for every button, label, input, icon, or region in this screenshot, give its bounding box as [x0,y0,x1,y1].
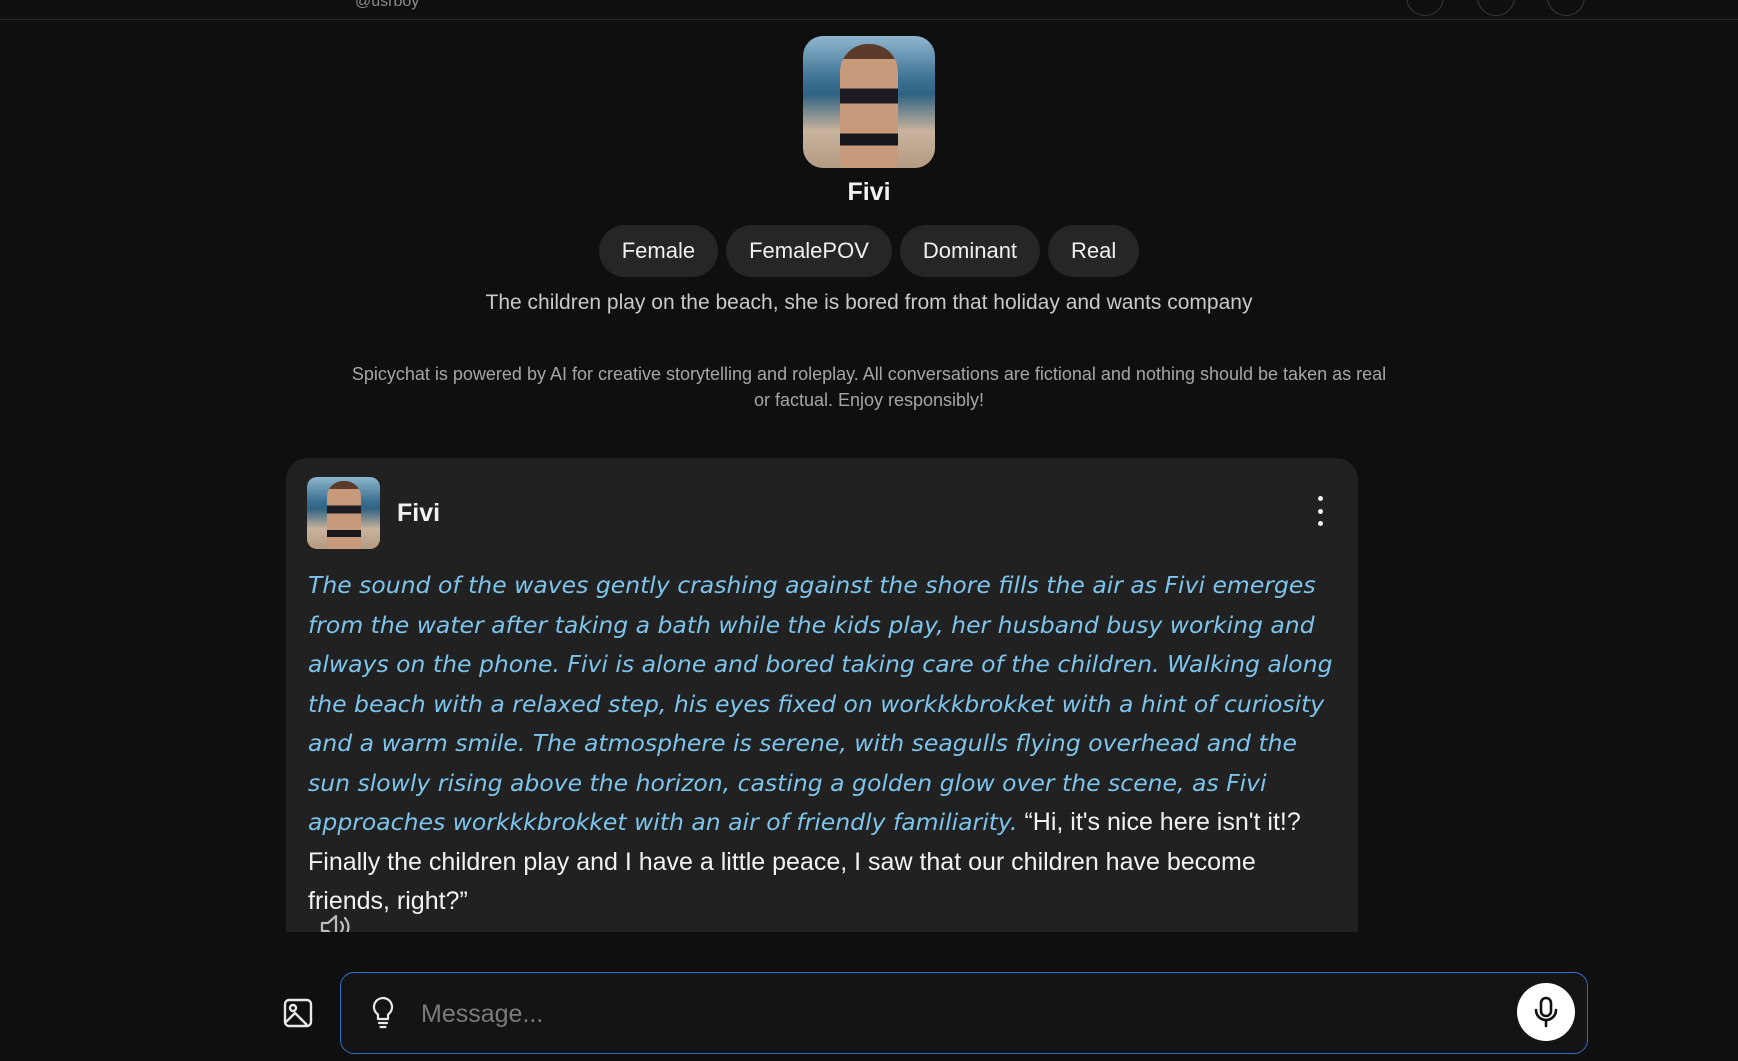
avatar-photo [326,481,361,549]
message-input[interactable] [419,991,1483,1037]
lightbulb-icon[interactable] [371,996,395,1030]
microphone-icon[interactable] [1517,983,1575,1041]
more-vertical-icon[interactable] [1312,496,1328,526]
message-header: Fivi [307,477,440,549]
tag-real[interactable]: Real [1048,225,1140,277]
message-narration: The sound of the waves gently crashing a… [308,571,1333,836]
character-profile: Fivi Female FemalePOV Dominant Real The … [0,36,1738,413]
ai-disclaimer: Spicychat is powered by AI for creative … [351,364,1387,410]
message-body: The sound of the waves gently crashing a… [308,566,1342,922]
user-handle[interactable]: @usrboy [355,0,419,11]
character-avatar[interactable] [803,36,935,168]
topbar-button-3[interactable] [1547,0,1585,16]
character-description: The children play on the beach, she is b… [485,291,1253,314]
message-input-container [340,972,1588,1054]
tag-femalepov[interactable]: FemalePOV [726,225,892,277]
tag-female[interactable]: Female [598,225,719,277]
message-composer [0,970,1738,1061]
top-bar: @usrboy [0,0,1738,20]
image-icon[interactable] [282,997,314,1029]
message-avatar[interactable] [307,477,380,549]
topbar-button-1[interactable] [1406,0,1444,16]
tag-dominant[interactable]: Dominant [899,225,1041,277]
message-author: Fivi [397,498,441,527]
speaker-icon[interactable] [319,912,353,932]
message-card: Fivi The sound of the waves gently crash… [286,458,1358,932]
character-name: Fivi [847,178,891,206]
avatar-photo [840,44,898,168]
topbar-button-2[interactable] [1477,0,1515,16]
character-tags: Female FemalePOV Dominant Real [0,225,1738,277]
